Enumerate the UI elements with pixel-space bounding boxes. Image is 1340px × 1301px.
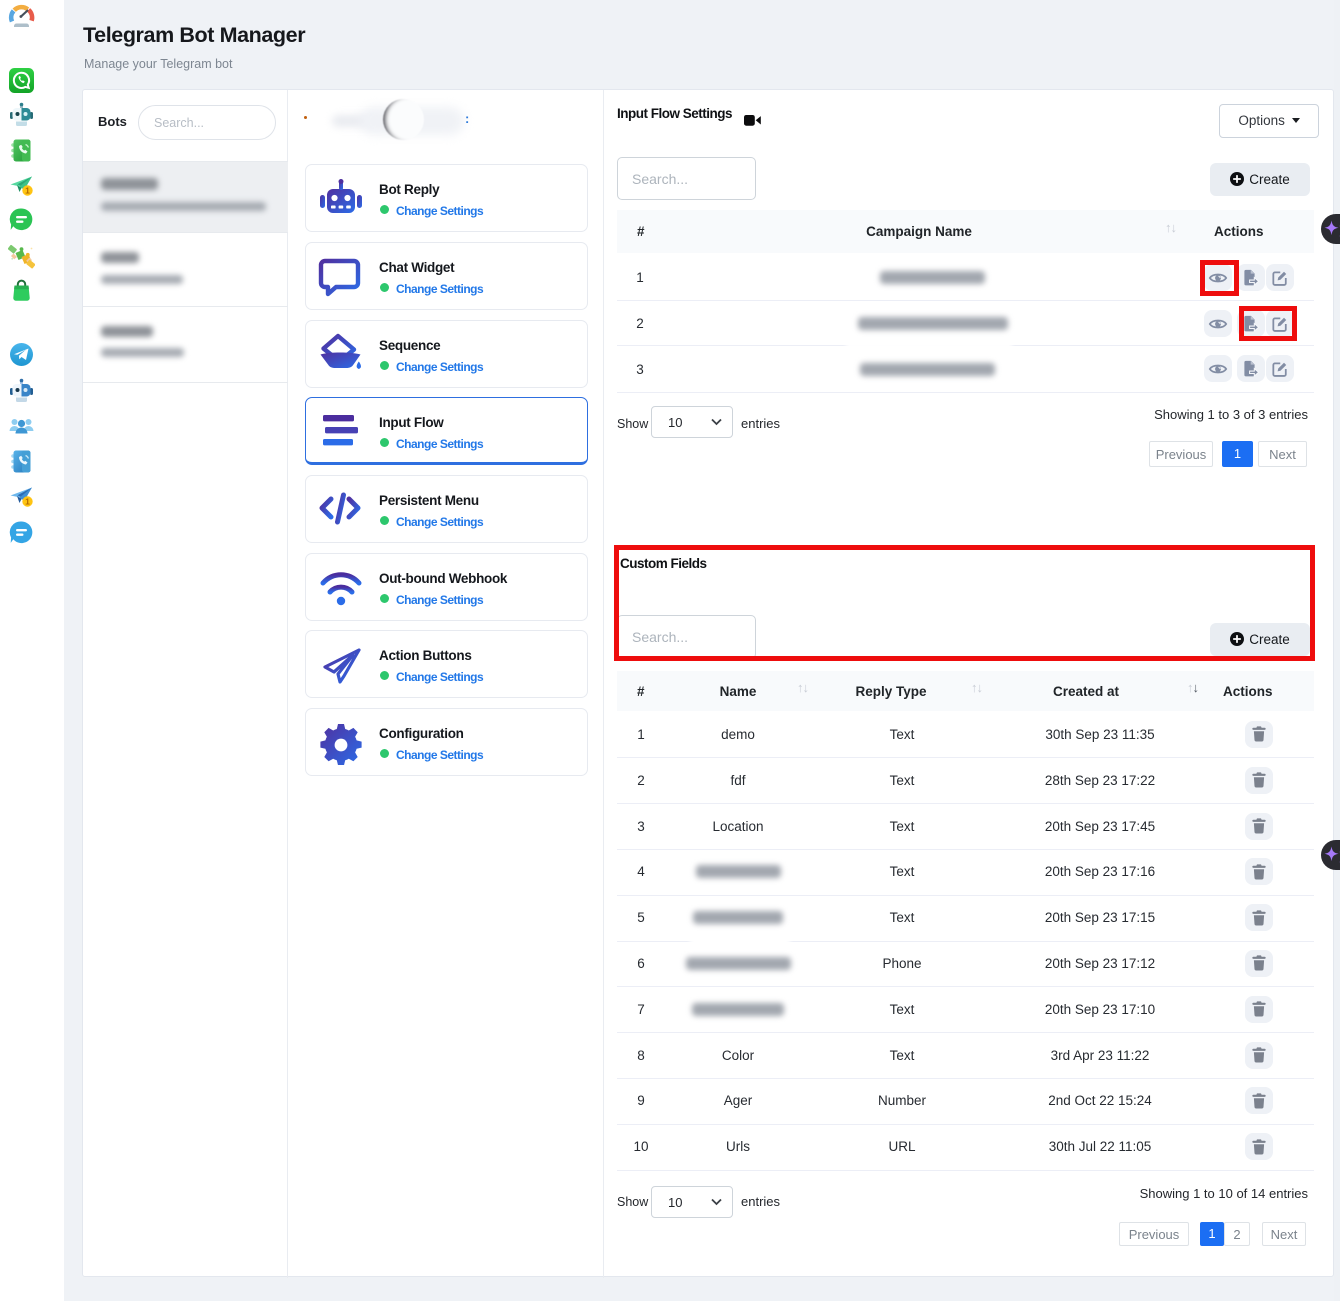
svg-text:1: 1 bbox=[25, 497, 30, 507]
svg-text:1: 1 bbox=[25, 186, 30, 196]
